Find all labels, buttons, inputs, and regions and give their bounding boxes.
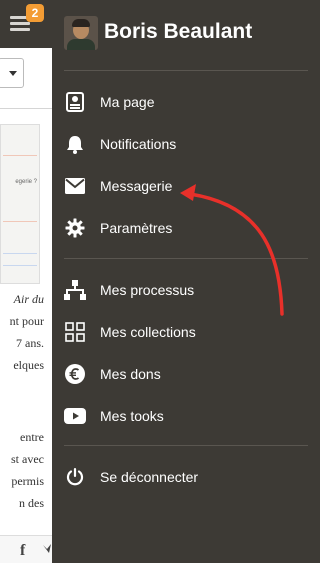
user-name[interactable]: Boris Beaulant (104, 20, 252, 44)
share-footer: f (0, 535, 52, 563)
facebook-icon[interactable]: f (20, 542, 25, 560)
power-icon (64, 466, 86, 488)
twitter-icon[interactable] (42, 542, 52, 558)
menu-item-mes-processus[interactable]: Mes processus (64, 275, 308, 305)
avatar[interactable] (64, 16, 98, 50)
menu-item-label: Notifications (100, 136, 177, 152)
menu-item-label: Paramètres (100, 220, 173, 236)
content-thumbnail[interactable]: egerie ? (0, 124, 40, 284)
navigation-drawer: Boris Beaulant Ma page Notifications Mes… (52, 0, 320, 563)
menu-item-mes-tooks[interactable]: Mes tooks (64, 401, 308, 431)
menu-item-parametres[interactable]: Paramètres (64, 213, 308, 243)
menu-item-label: Mes processus (100, 282, 195, 298)
menu-item-label: Mes dons (100, 366, 161, 382)
profile-icon (64, 91, 86, 113)
menu-item-ma-page[interactable]: Ma page (64, 87, 308, 117)
euro-icon (64, 363, 86, 385)
menu-item-label: Messagerie (100, 178, 173, 194)
menu-item-label: Mes tooks (100, 408, 164, 424)
bell-icon (64, 133, 86, 155)
menu-item-messagerie[interactable]: Messagerie (64, 171, 308, 201)
divider (64, 258, 308, 259)
background-page: 2 egerie ? Air du nt pour 7 ans. elques … (0, 0, 52, 563)
article-text-2: entre st avec permis n des (11, 430, 44, 510)
dropdown-select[interactable] (0, 58, 24, 88)
menu-item-mes-collections[interactable]: Mes collections (64, 317, 308, 347)
divider (64, 70, 308, 71)
menu-item-label: Se déconnecter (100, 469, 199, 485)
envelope-icon (64, 175, 86, 197)
chevron-down-icon (9, 71, 17, 76)
play-icon (64, 405, 86, 427)
sitemap-icon (64, 279, 86, 301)
divider (0, 108, 52, 109)
menu-item-mes-dons[interactable]: Mes dons (64, 359, 308, 389)
menu-item-notifications[interactable]: Notifications (64, 129, 308, 159)
menu-item-label: Ma page (100, 94, 155, 110)
menu-item-label: Mes collections (100, 324, 196, 340)
thumbnail-text: egerie ? (15, 179, 37, 185)
gear-icon (64, 217, 86, 239)
article-text-1: Air du nt pour 7 ans. elques (9, 292, 44, 372)
menu-item-se-deconnecter[interactable]: Se déconnecter (64, 462, 308, 492)
grid-icon (64, 321, 86, 343)
divider (64, 445, 308, 446)
notification-count-badge: 2 (26, 4, 44, 22)
top-bar: 2 (0, 0, 52, 48)
